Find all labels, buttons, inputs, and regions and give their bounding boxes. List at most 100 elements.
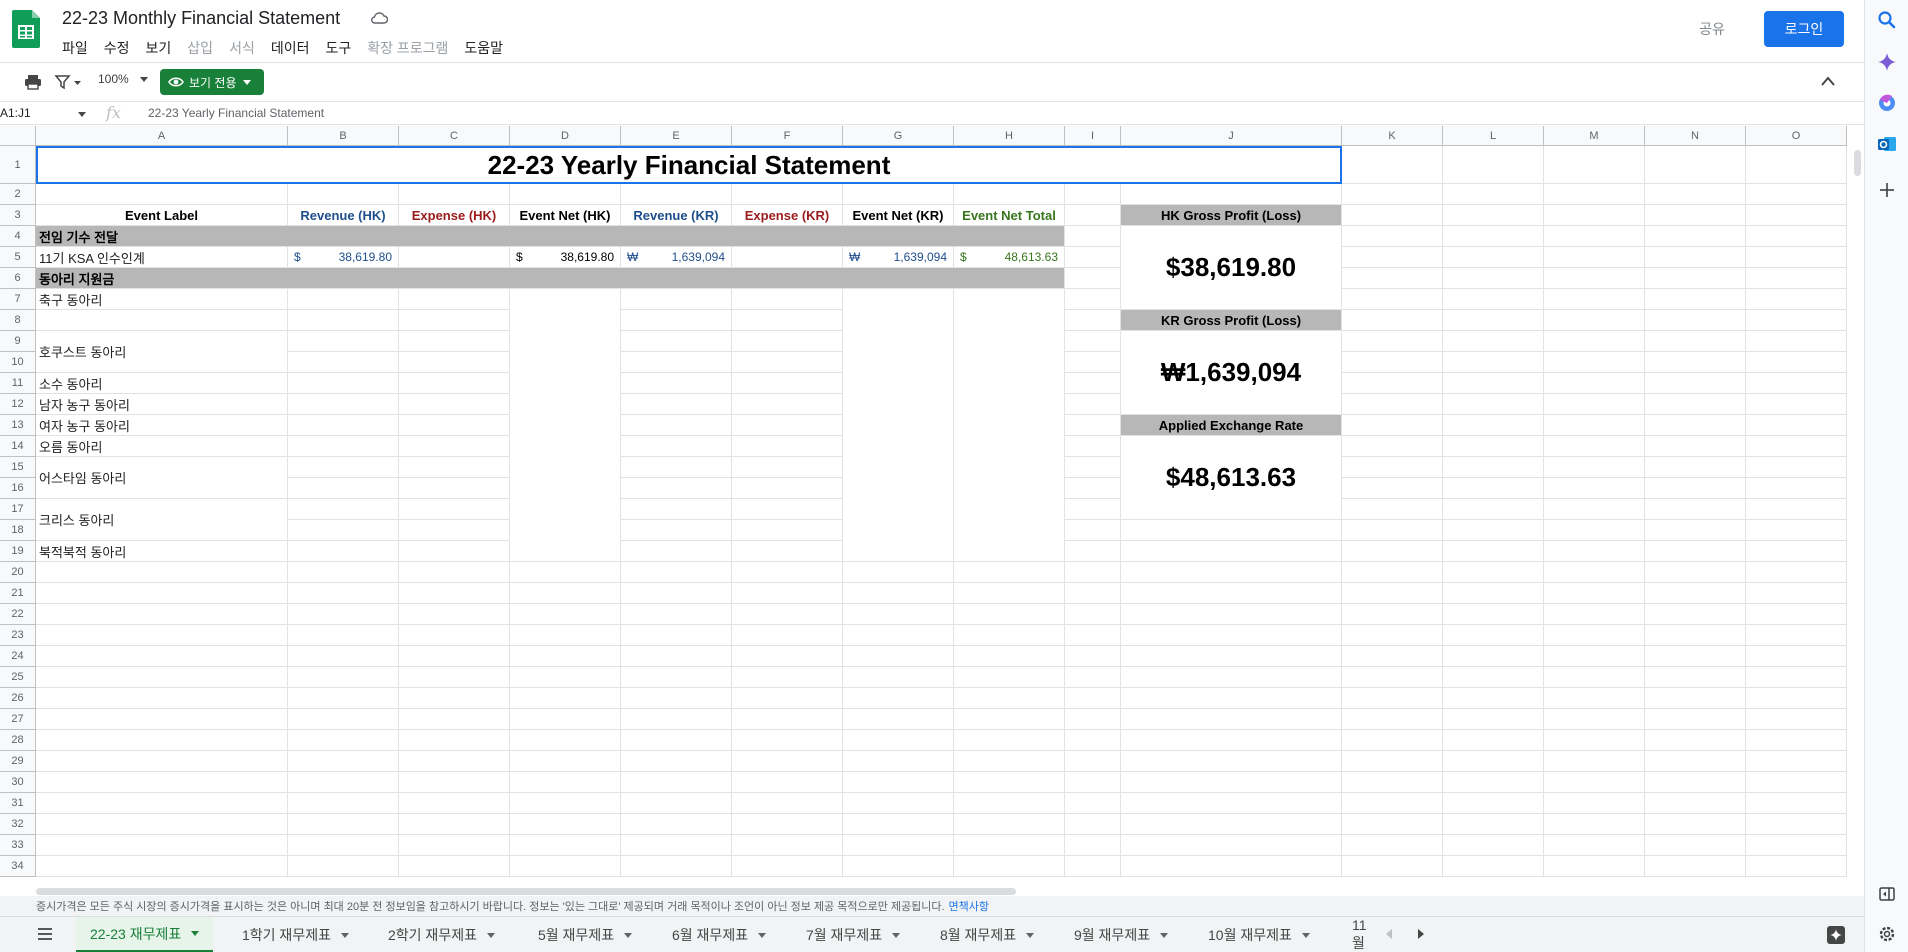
grid-cell[interactable] (732, 289, 843, 310)
grid-cell[interactable] (1645, 793, 1746, 814)
grid-cell[interactable] (843, 604, 954, 625)
grid-cell[interactable] (1746, 814, 1847, 835)
grid-cell[interactable] (288, 751, 399, 772)
grid-cell[interactable] (1443, 667, 1544, 688)
row-header-4[interactable]: 4 (0, 226, 36, 247)
grid-cell[interactable] (1065, 520, 1121, 541)
club-label[interactable]: 축구 동아리 (36, 289, 288, 310)
grid-cell[interactable] (1443, 146, 1544, 184)
grid-cell[interactable] (1121, 646, 1342, 667)
grid-cell[interactable] (954, 814, 1065, 835)
grid-cell[interactable] (36, 688, 288, 709)
grid-cell[interactable] (1746, 184, 1847, 205)
grid-cell[interactable] (1443, 625, 1544, 646)
grid-cell[interactable] (843, 709, 954, 730)
grid-cell[interactable] (621, 541, 732, 562)
grid-cell[interactable] (1065, 373, 1121, 394)
grid-cell[interactable] (1065, 310, 1121, 331)
name-box-caret-icon[interactable] (78, 112, 86, 117)
grid-cell[interactable] (510, 184, 621, 205)
grid-cell[interactable] (732, 436, 843, 457)
grid-cell[interactable] (288, 373, 399, 394)
grid-cell[interactable] (1746, 835, 1847, 856)
scroll-tabs-right-icon[interactable] (1414, 927, 1428, 941)
grid-cell[interactable] (1342, 730, 1443, 751)
grid-cell[interactable] (510, 688, 621, 709)
grid-cell[interactable] (732, 583, 843, 604)
grid-cell[interactable] (843, 646, 954, 667)
grid-cell[interactable] (399, 688, 510, 709)
column-header-a[interactable]: A (36, 126, 288, 146)
search-icon[interactable] (1877, 10, 1897, 30)
row-header-27[interactable]: 27 (0, 709, 36, 730)
row-header-28[interactable]: 28 (0, 730, 36, 751)
row-header-22[interactable]: 22 (0, 604, 36, 625)
sheets-logo-icon[interactable] (12, 10, 40, 48)
grid-cell[interactable] (1342, 247, 1443, 268)
grid-cell[interactable] (1065, 730, 1121, 751)
grid-cell[interactable] (288, 499, 399, 520)
grid-cell[interactable] (954, 604, 1065, 625)
grid-cell[interactable] (732, 730, 843, 751)
column-header-e[interactable]: E (621, 126, 732, 146)
grid-cell[interactable] (732, 352, 843, 373)
grid-cell[interactable] (954, 688, 1065, 709)
row-header-12[interactable]: 12 (0, 394, 36, 415)
outlook-icon[interactable] (1877, 134, 1897, 154)
grid-cell[interactable] (1443, 394, 1544, 415)
row-header-20[interactable]: 20 (0, 562, 36, 583)
sheet-tab-0[interactable]: 22-23 재무제표 (76, 917, 214, 952)
grid-cell[interactable] (1342, 520, 1443, 541)
grid-cell[interactable] (843, 562, 954, 583)
grid-cell[interactable] (1065, 688, 1121, 709)
column-header-n[interactable]: N (1645, 126, 1746, 146)
grid-cell[interactable] (1342, 541, 1443, 562)
grid-cell[interactable] (621, 289, 732, 310)
grid-cell[interactable] (1544, 478, 1645, 499)
grid-cell[interactable] (621, 562, 732, 583)
grid-cell[interactable] (1544, 184, 1645, 205)
grid-cell[interactable] (1342, 352, 1443, 373)
grid-cell[interactable] (1544, 709, 1645, 730)
grid-cell[interactable] (1443, 436, 1544, 457)
grid-cell[interactable] (1746, 268, 1847, 289)
grid-cell[interactable] (621, 835, 732, 856)
grid-cell[interactable] (288, 310, 399, 331)
grid-cell[interactable] (1544, 583, 1645, 604)
grid-cell[interactable] (954, 583, 1065, 604)
grid-cell[interactable] (288, 331, 399, 352)
grid-cell[interactable] (1645, 478, 1746, 499)
grid-cell[interactable] (1544, 146, 1645, 184)
zoom-select[interactable]: 100% (98, 72, 129, 86)
grid-cell[interactable] (1065, 436, 1121, 457)
grid-cell[interactable] (1342, 688, 1443, 709)
grid-cell[interactable] (1443, 247, 1544, 268)
tab-dropdown-icon[interactable] (892, 932, 901, 938)
grid-cell[interactable] (1342, 499, 1443, 520)
grid-cell[interactable] (1544, 562, 1645, 583)
grid-cell[interactable] (1544, 394, 1645, 415)
grid-cell[interactable] (288, 814, 399, 835)
grid-cell[interactable] (1645, 688, 1746, 709)
grid-cell[interactable] (1645, 146, 1746, 184)
grid-cell[interactable] (1443, 709, 1544, 730)
grid-cell[interactable] (1645, 457, 1746, 478)
grid-cell[interactable] (1342, 478, 1443, 499)
column-header-m[interactable]: M (1544, 126, 1645, 146)
grid-cell[interactable] (621, 457, 732, 478)
grid-cell[interactable] (954, 709, 1065, 730)
grid-cell[interactable] (1065, 835, 1121, 856)
grid-cell[interactable] (1544, 730, 1645, 751)
grid-cell[interactable] (36, 751, 288, 772)
grid-cell[interactable] (510, 730, 621, 751)
grid-cell[interactable] (1746, 415, 1847, 436)
tab-dropdown-icon[interactable] (340, 932, 349, 938)
grid-cell[interactable] (36, 310, 288, 331)
grid-cell[interactable] (36, 709, 288, 730)
grid-cell[interactable] (1342, 394, 1443, 415)
grid-cell[interactable] (954, 751, 1065, 772)
grid-cell[interactable] (36, 625, 288, 646)
grid-cell[interactable] (1342, 583, 1443, 604)
grid-cell[interactable] (621, 667, 732, 688)
select-all-corner[interactable] (0, 126, 36, 146)
